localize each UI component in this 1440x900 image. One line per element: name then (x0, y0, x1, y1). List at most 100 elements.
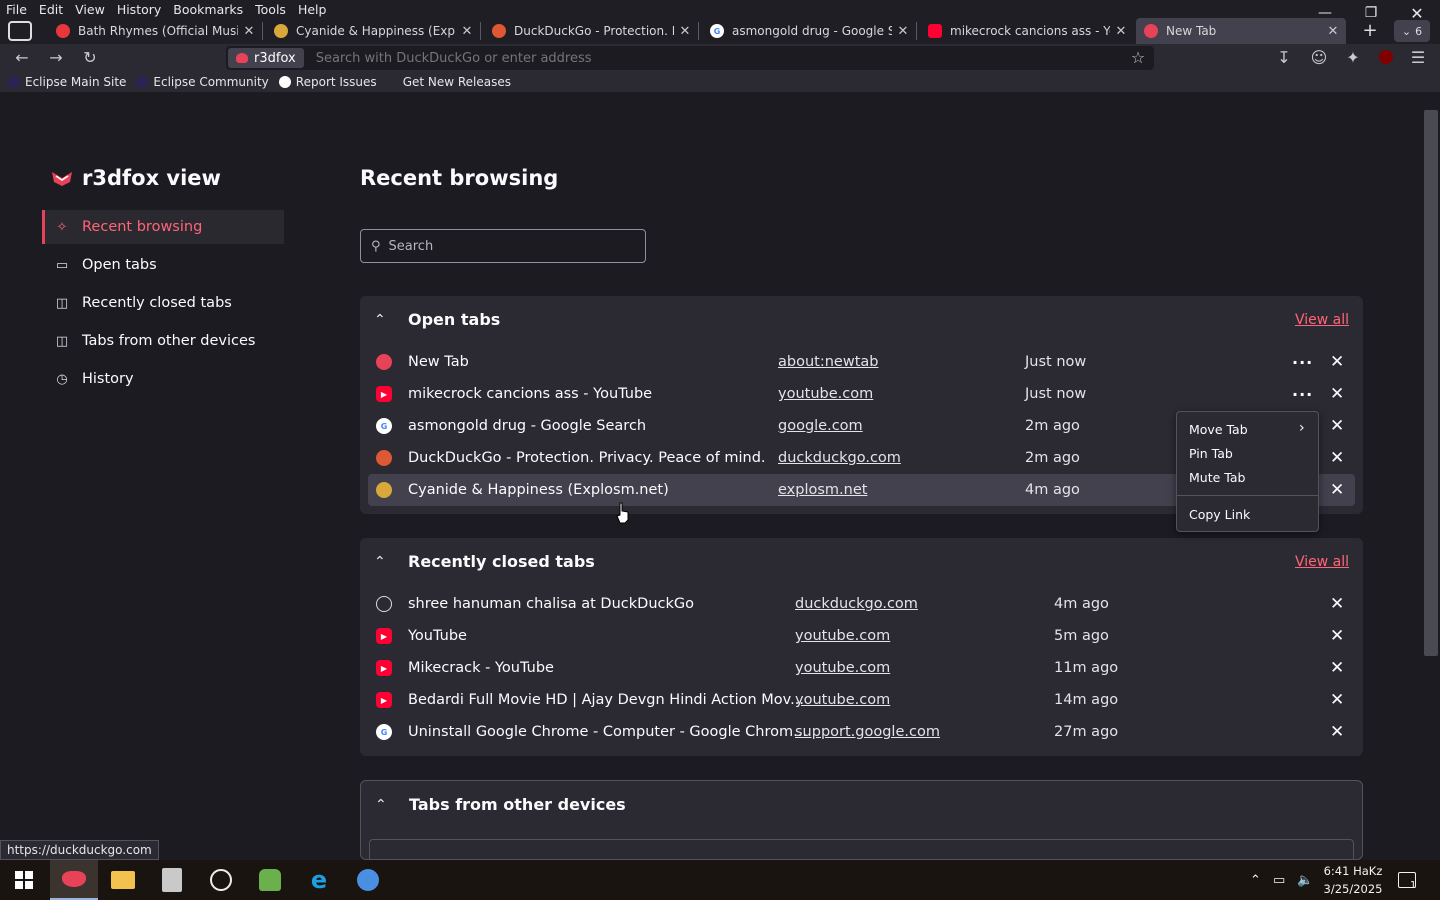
extensions-icon[interactable]: ✦ (1341, 45, 1365, 69)
closed-tab-row[interactable]: ▶ Bedardi Full Movie HD | Ajay Devgn Hin… (368, 684, 1355, 716)
tab-item-active[interactable]: New Tab ✕ (1136, 18, 1346, 44)
close-tab-icon[interactable]: ✕ (896, 24, 910, 39)
tab-item[interactable]: G asmongold drug - Google Sea ✕ (702, 18, 914, 44)
more-options-icon[interactable]: ··· (1292, 353, 1313, 372)
closed-tab-row[interactable]: ▶ YouTube youtube.com 5m ago ✕ (368, 620, 1355, 652)
open-tabs-header[interactable]: ⌃ Open tabs (374, 310, 500, 329)
start-button[interactable] (0, 860, 48, 900)
taskbar-android-studio[interactable] (246, 860, 294, 900)
firefox-view-button[interactable] (8, 21, 32, 41)
tray-overflow-chevron-icon[interactable]: ⌃ (1250, 860, 1261, 900)
row-url[interactable]: support.google.com (795, 724, 940, 740)
new-tab-button[interactable]: + (1358, 20, 1382, 42)
close-icon[interactable]: ✕ (1330, 690, 1344, 710)
bookmark-eclipse-main[interactable]: Eclipse Main Site (8, 75, 126, 89)
close-icon[interactable]: ✕ (1330, 480, 1344, 500)
menu-file[interactable]: File (0, 0, 33, 20)
bookmark-star-icon[interactable]: ☆ (1126, 45, 1150, 69)
open-tab-row[interactable]: ▶ mikecrock cancions ass - YouTube youtu… (368, 378, 1355, 410)
network-icon[interactable]: ▭ (1273, 860, 1285, 900)
taskbar-internet-explorer[interactable]: e (295, 860, 343, 900)
closed-tab-row[interactable]: ▶ Mikecrack - YouTube youtube.com 11m ag… (368, 652, 1355, 684)
recently-closed-header[interactable]: ⌃ Recently closed tabs (374, 552, 595, 571)
taskbar-obs[interactable] (197, 860, 245, 900)
close-icon[interactable]: ✕ (1330, 384, 1344, 404)
row-url[interactable]: youtube.com (795, 660, 890, 676)
address-input[interactable] (315, 50, 1076, 66)
more-options-icon[interactable]: ··· (1292, 385, 1313, 404)
row-url[interactable]: about:newtab (778, 354, 878, 370)
back-button[interactable]: ← (10, 45, 34, 69)
search-input[interactable] (388, 238, 629, 254)
sidebar-item-history[interactable]: ◷ History (42, 362, 284, 396)
volume-icon[interactable]: 🔈 (1297, 860, 1313, 900)
tab-item[interactable]: Cyanide & Happiness (Explosm ✕ (266, 18, 478, 44)
menu-view[interactable]: View (69, 0, 111, 20)
close-icon[interactable]: ✕ (1330, 594, 1344, 614)
identity-box[interactable]: r3dfox (228, 48, 304, 68)
close-icon[interactable]: ✕ (1330, 626, 1344, 646)
open-tab-row[interactable]: New Tab about:newtab Just now ··· ✕ (368, 346, 1355, 378)
menu-help[interactable]: Help (292, 0, 333, 20)
menu-item-pin-tab[interactable]: Pin Tab (1189, 446, 1233, 461)
downloads-icon[interactable]: ↧ (1272, 45, 1296, 69)
sidebar-item-other-devices[interactable]: ◫ Tabs from other devices (42, 324, 284, 358)
row-url[interactable]: google.com (778, 418, 863, 434)
other-devices-header[interactable]: ⌃ Tabs from other devices (375, 795, 626, 814)
close-icon[interactable]: ✕ (1330, 416, 1344, 436)
reload-button[interactable]: ↻ (78, 45, 102, 69)
close-tab-icon[interactable]: ✕ (678, 24, 692, 39)
chevron-up-icon[interactable]: ⌃ (374, 554, 392, 570)
account-icon[interactable]: ☺ (1307, 45, 1331, 69)
closed-tab-row[interactable]: shree hanuman chalisa at DuckDuckGo duck… (368, 588, 1355, 620)
ublock-icon[interactable] (1374, 45, 1398, 69)
row-url[interactable]: youtube.com (778, 386, 873, 402)
chevron-up-icon[interactable]: ⌃ (374, 312, 392, 328)
menu-item-copy-link[interactable]: Copy Link (1189, 507, 1250, 522)
taskbar-r3dfox[interactable] (50, 860, 98, 900)
chevron-up-icon[interactable]: ⌃ (375, 797, 393, 813)
menu-tools[interactable]: Tools (249, 0, 292, 20)
tab-item[interactable]: Bath Rhymes (Official Music V ✕ (48, 18, 260, 44)
bookmark-get-new-releases[interactable]: Get New Releases (403, 75, 511, 89)
menu-bookmarks[interactable]: Bookmarks (167, 0, 249, 20)
list-all-tabs-button[interactable]: ⌄ 6 (1394, 20, 1430, 42)
row-url[interactable]: duckduckgo.com (795, 596, 918, 612)
forward-button[interactable]: → (44, 45, 68, 69)
menu-edit[interactable]: Edit (33, 0, 69, 20)
close-tab-icon[interactable]: ✕ (460, 24, 474, 39)
hamburger-menu-icon[interactable]: ☰ (1406, 45, 1430, 69)
close-tab-icon[interactable]: ✕ (1114, 24, 1128, 39)
row-url[interactable]: youtube.com (795, 628, 890, 644)
search-box[interactable]: ⚲ (360, 229, 646, 263)
url-bar[interactable]: r3dfox (226, 46, 1154, 70)
taskbar-app[interactable] (148, 860, 196, 900)
bookmark-report-issues[interactable]: Report Issues (278, 75, 377, 89)
row-url[interactable]: explosm.net (778, 482, 867, 498)
closed-tab-row[interactable]: G Uninstall Google Chrome - Computer - G… (368, 716, 1355, 748)
close-tab-icon[interactable]: ✕ (1326, 24, 1340, 39)
sidebar-item-recently-closed[interactable]: ◫ Recently closed tabs (42, 286, 284, 320)
tab-item[interactable]: mikecrock cancions ass - YouT ✕ (920, 18, 1132, 44)
close-icon[interactable]: ✕ (1330, 722, 1344, 742)
taskbar-file-explorer[interactable] (99, 860, 147, 900)
close-icon[interactable]: ✕ (1330, 448, 1344, 468)
taskbar-app-store[interactable] (344, 860, 392, 900)
notification-center[interactable]: 1 (1398, 860, 1416, 900)
scrollbar-thumb[interactable] (1424, 110, 1438, 656)
system-clock[interactable]: 6:41 HaKz 3/25/2025 (1322, 862, 1384, 898)
close-tab-icon[interactable]: ✕ (242, 24, 256, 39)
close-icon[interactable]: ✕ (1330, 352, 1344, 372)
bookmark-eclipse-community[interactable]: Eclipse Community (136, 75, 269, 89)
sidebar-item-open-tabs[interactable]: ▭ Open tabs (42, 248, 284, 282)
menu-item-move-tab[interactable]: Move Tab (1189, 422, 1248, 437)
view-all-link[interactable]: View all (1295, 312, 1349, 328)
tab-item[interactable]: DuckDuckGo - Protection. Priv ✕ (484, 18, 696, 44)
row-url[interactable]: youtube.com (795, 692, 890, 708)
row-url[interactable]: duckduckgo.com (778, 450, 901, 466)
view-all-link[interactable]: View all (1295, 554, 1349, 570)
menu-history[interactable]: History (111, 0, 167, 20)
menu-item-mute-tab[interactable]: Mute Tab (1189, 470, 1245, 485)
close-icon[interactable]: ✕ (1330, 658, 1344, 678)
sidebar-item-recent-browsing[interactable]: ✧ Recent browsing (42, 210, 284, 244)
